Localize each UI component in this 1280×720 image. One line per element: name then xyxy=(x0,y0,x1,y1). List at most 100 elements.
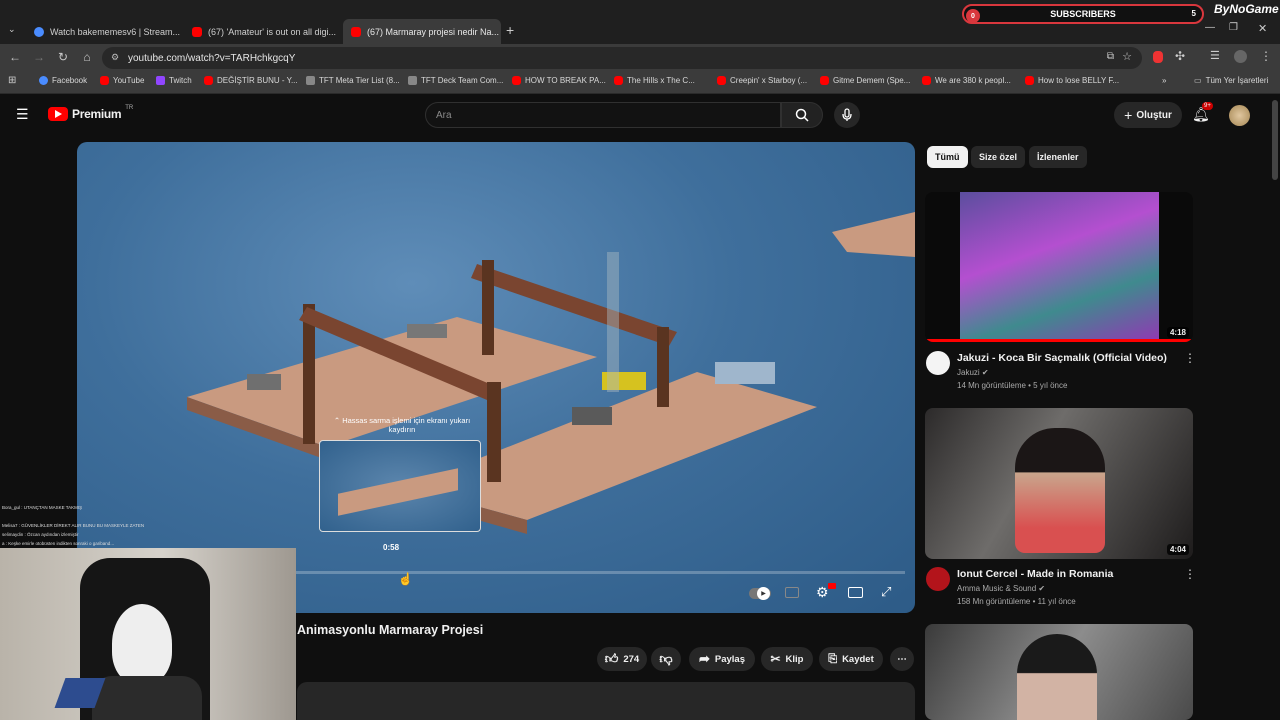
extensions-puzzle-icon[interactable]: ✣ xyxy=(1175,49,1185,63)
webcam-mask xyxy=(112,604,172,684)
channel-avatar[interactable] xyxy=(926,567,950,591)
site-info-icon[interactable]: ⚙ xyxy=(111,52,119,63)
voice-search-button[interactable] xyxy=(834,102,860,128)
apps-grid-icon[interactable]: ⊞ xyxy=(8,75,16,86)
bookmark-twitch[interactable]: Twitch xyxy=(156,76,192,85)
thumbnail-art xyxy=(1015,428,1105,553)
scissors-icon: ✂ xyxy=(770,652,781,666)
tft-icon xyxy=(408,76,417,85)
recommendation-thumbnail[interactable] xyxy=(925,624,1193,720)
bookmark-creepin[interactable]: Creepin' x Starboy (... xyxy=(717,76,807,85)
recommendation-thumbnail[interactable]: 4:18 xyxy=(925,192,1193,342)
verified-icon: ✔ xyxy=(981,368,989,377)
youtube-icon xyxy=(100,76,109,85)
back-icon[interactable]: ← xyxy=(7,50,23,64)
save-playlist-icon: ⎘ xyxy=(828,652,838,665)
search-button[interactable] xyxy=(781,102,823,128)
thumbnail-art xyxy=(960,192,1159,339)
channel-avatar[interactable] xyxy=(926,351,950,375)
profile-icon[interactable] xyxy=(1234,50,1247,63)
brand-logo: ByNoGame xyxy=(1214,2,1279,16)
bookmark-the-hills[interactable]: The Hills x The C... xyxy=(614,76,695,85)
bookmark-tft-meta[interactable]: TFT Meta Tier List (8... xyxy=(306,76,400,85)
youtube-icon xyxy=(192,26,202,37)
recommendation-thumbnail[interactable]: 4:04 xyxy=(925,408,1193,559)
bookmark-gitme-demem[interactable]: Gitme Demem (Spe... xyxy=(820,76,910,85)
hamburger-menu-icon[interactable]: ☰ xyxy=(16,106,29,123)
more-actions-button[interactable]: ⋯ xyxy=(890,647,914,671)
tab-search-chevron-icon[interactable]: ⌄ xyxy=(8,24,16,35)
extension-red-icon[interactable] xyxy=(1153,51,1163,63)
fullscreen-icon[interactable]: ⤢ xyxy=(881,584,891,600)
youtube-icon xyxy=(351,26,361,37)
bookmark-how-to-break[interactable]: HOW TO BREAK PA... xyxy=(512,76,606,85)
mouse-cursor-icon: ☝ xyxy=(398,572,413,586)
channel-name[interactable]: Amma Music & Sound ✔ xyxy=(957,584,1045,593)
thumbnail-art xyxy=(1017,634,1097,720)
search-icon xyxy=(795,108,809,122)
autoplay-toggle[interactable]: ▶ xyxy=(749,587,771,600)
theater-mode-icon[interactable] xyxy=(848,587,863,598)
notifications-button[interactable]: 🔔︎ 9+ xyxy=(1192,102,1213,124)
dislike-button[interactable]: 👎︎ xyxy=(651,647,681,671)
seek-hint: ⌃ Hassas sarma işlemi için ekranı yukarı… xyxy=(333,416,471,434)
account-avatar[interactable] xyxy=(1229,105,1250,126)
bookmark-degistir[interactable]: DEĞİŞTİR BUNU - Y... xyxy=(204,76,298,85)
preview-barge xyxy=(338,468,458,516)
minimize-icon[interactable]: — xyxy=(1205,22,1215,33)
recommendation-title[interactable]: Ionut Cercel - Made in Romania xyxy=(957,568,1113,580)
tab-stream[interactable]: Watch bakememesv6 | Stream... ✕ xyxy=(26,19,184,44)
settings-gear-icon[interactable]: ⚙ xyxy=(816,584,829,601)
close-window-icon[interactable]: ✕ xyxy=(1258,22,1267,35)
thumbs-up-icon: 👍︎ xyxy=(604,651,619,666)
reload-icon[interactable]: ↻ xyxy=(55,50,71,64)
youtube-icon xyxy=(614,76,623,85)
more-vertical-icon[interactable]: ⋮ xyxy=(1184,567,1196,581)
bookmark-we-are-380k[interactable]: We are 380 k peopl... xyxy=(922,76,1011,85)
all-bookmarks-folder[interactable]: ▭ Tüm Yer İşaretleri xyxy=(1194,76,1268,85)
more-vertical-icon[interactable]: ⋮ xyxy=(1184,351,1196,365)
forward-icon[interactable]: → xyxy=(31,50,47,64)
seek-preview-time: 0:58 xyxy=(383,543,400,552)
bookmark-tft-deck[interactable]: TFT Deck Team Com... xyxy=(408,76,503,85)
video-frame xyxy=(187,212,915,534)
maximize-icon[interactable]: ❐ xyxy=(1229,22,1238,33)
youtube-logo[interactable]: Premium TR xyxy=(48,105,134,121)
video-player[interactable]: ⌃ Hassas sarma işlemi için ekranı yukarı… xyxy=(77,142,915,613)
more-horizontal-icon: ⋯ xyxy=(897,653,907,665)
bookmark-belly[interactable]: How to lose BELLY F... xyxy=(1025,76,1119,85)
autoplay-play-icon: ▶ xyxy=(757,587,770,600)
bookmark-facebook[interactable]: Facebook xyxy=(39,76,87,85)
tab-amateur[interactable]: (67) 'Amateur' is out on all digi... ✕ xyxy=(184,19,342,44)
description-box[interactable] xyxy=(297,682,915,720)
chat-line: a : Keşke emirle otobüsten indikten sonr… xyxy=(2,541,115,546)
subscribers-left-count: 0 xyxy=(966,9,980,23)
media-queue-icon[interactable]: ☰ xyxy=(1210,49,1220,62)
youtube-icon xyxy=(1025,76,1034,85)
chip-for-you[interactable]: Size özel xyxy=(971,146,1026,168)
bookmark-star-icon[interactable]: ☆ xyxy=(1122,50,1132,63)
subtitles-icon[interactable] xyxy=(785,587,799,598)
save-button[interactable]: ⎘ Kaydet xyxy=(819,647,883,671)
youtube-icon xyxy=(922,76,931,85)
page-scrollbar[interactable] xyxy=(1272,100,1278,180)
clip-button[interactable]: ✂ Klip xyxy=(761,647,813,671)
chip-watched[interactable]: İzlenenler xyxy=(1029,146,1087,168)
chip-all[interactable]: Tümü xyxy=(927,146,968,168)
like-button[interactable]: 👍︎ 274 xyxy=(597,647,647,671)
recommendation-title[interactable]: Jakuzi - Koca Bir Saçmalık (Official Vid… xyxy=(957,352,1167,364)
home-icon[interactable]: ⌂ xyxy=(79,50,95,64)
bookmark-youtube[interactable]: YouTube xyxy=(100,76,144,85)
share-button[interactable]: ➦ Paylaş xyxy=(689,647,755,671)
install-icon[interactable]: ⧉ xyxy=(1107,51,1114,62)
duration-badge: 4:18 xyxy=(1166,327,1189,338)
create-button[interactable]: + Oluştur xyxy=(1114,102,1182,128)
new-tab-button[interactable]: + xyxy=(506,22,514,38)
search-input[interactable]: Ara xyxy=(425,102,781,128)
tab-marmaray[interactable]: (67) Marmaray projesi nedir Na... ✕ xyxy=(343,19,501,44)
youtube-region: TR xyxy=(125,105,134,111)
channel-name[interactable]: Jakuzi ✔ xyxy=(957,368,989,377)
bookmarks-overflow-icon[interactable]: » xyxy=(1162,76,1166,85)
address-bar[interactable]: ⚙ youtube.com/watch?v=TARHchkgcqY ⧉ ☆ xyxy=(102,47,1142,69)
browser-menu-icon[interactable]: ⋮ xyxy=(1260,49,1272,63)
